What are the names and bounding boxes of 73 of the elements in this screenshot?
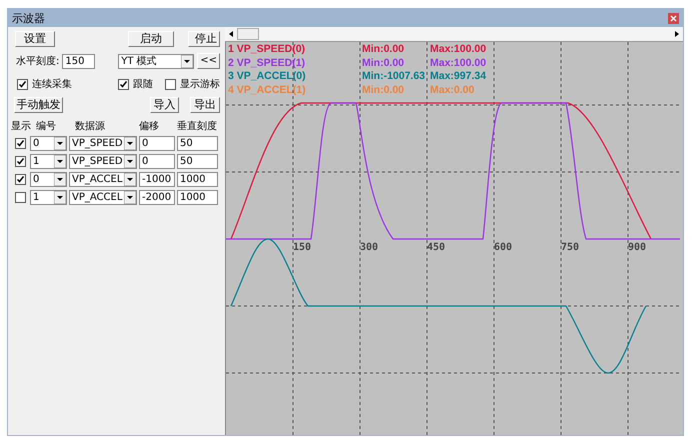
legend-label: 3 VP_ACCEL(0) [228, 70, 307, 84]
horizontal-scrollbar[interactable] [225, 27, 683, 42]
dropdown-arrow-icon[interactable] [54, 155, 66, 168]
export-button[interactable]: 导出 [190, 97, 220, 113]
legend-min: Min:0.00 [362, 56, 406, 70]
axis-tick-label: 750 [561, 242, 580, 253]
scale-field[interactable]: 150 [62, 54, 96, 68]
checkbox[interactable] [17, 78, 28, 90]
legend-max: Max:100.00 [430, 56, 488, 70]
legend-min: Min:0.00 [362, 43, 406, 56]
dropdown-arrow-icon[interactable] [54, 137, 66, 150]
settings-button[interactable]: 设置 [15, 31, 55, 47]
dropdown-arrow-icon[interactable] [124, 155, 136, 168]
show-checkbox[interactable] [15, 156, 26, 167]
scale-field[interactable]: 1000 [177, 190, 218, 205]
offset-field[interactable]: -1000 [139, 172, 175, 187]
source-dropdown[interactable]: VP_SPEED [69, 154, 137, 169]
legend-min: Min:-1007.63 [362, 70, 426, 84]
dropdown-arrow-icon[interactable] [54, 191, 66, 204]
close-button[interactable] [668, 12, 679, 24]
source-dropdown[interactable]: VP_SPEED [69, 136, 137, 151]
start-button[interactable]: 启动 [128, 31, 174, 47]
checkbox-label[interactable]: 连续采集 [32, 77, 72, 91]
column-header: 偏移 [139, 120, 160, 133]
scale-field[interactable]: 1000 [177, 172, 218, 187]
axis-tick-label: 300 [360, 242, 378, 253]
dropdown-arrow-icon[interactable] [124, 173, 136, 186]
column-header: 数据源 [75, 120, 106, 133]
legend-max: Max:997.34 [430, 70, 488, 84]
axis-tick-label: 450 [427, 242, 446, 253]
legend-max: Max:0.00 [430, 84, 476, 97]
legend-label: 4 VP_ACCEL(1) [228, 84, 307, 97]
number-dropdown[interactable]: 0 [30, 172, 67, 187]
checkbox-label[interactable]: 显示游标 [180, 77, 220, 91]
dropdown-arrow-icon[interactable] [124, 137, 136, 150]
number-dropdown[interactable]: 1 [30, 154, 67, 169]
column-header: 编号 [36, 120, 57, 133]
import-button[interactable]: 导入 [150, 97, 179, 113]
legend-label: 1 VP_SPEED(0) [228, 43, 306, 56]
column-header: 垂直刻度 [177, 120, 218, 133]
dropdown-arrow-icon[interactable] [54, 173, 66, 186]
show-checkbox[interactable] [15, 192, 26, 203]
legend-max: Max:100.00 [430, 43, 488, 56]
number-dropdown[interactable]: 1 [30, 190, 67, 205]
dropdown-arrow-icon[interactable] [181, 54, 194, 68]
axis-tick-label: 150 [293, 242, 312, 253]
dropdown-arrow-icon[interactable] [124, 191, 136, 204]
offset-field[interactable]: 0 [139, 154, 175, 169]
mode-dropdown[interactable]: YT 模式 [118, 54, 194, 68]
checkbox[interactable] [118, 78, 129, 90]
legend-label: 2 VP_SPEED(1) [228, 56, 306, 70]
source-dropdown[interactable]: VP_ACCEL [69, 190, 137, 205]
scroll-right-icon[interactable] [675, 31, 679, 37]
scroll-left-icon[interactable] [229, 31, 233, 37]
axis-tick-label: 900 [628, 242, 646, 253]
scale-field[interactable]: 50 [177, 136, 218, 151]
number-dropdown[interactable]: 0 [30, 136, 67, 151]
window-title: 示波器 [12, 10, 45, 26]
scale-field[interactable]: 50 [177, 154, 218, 169]
collapse-button[interactable]: << [197, 53, 220, 69]
axis-tick-label: 600 [494, 242, 512, 253]
scale-label: 水平刻度: [16, 54, 60, 68]
checkbox[interactable] [165, 78, 176, 90]
show-checkbox[interactable] [15, 138, 26, 149]
offset-field[interactable]: 0 [139, 136, 175, 151]
offset-field[interactable]: -2000 [139, 190, 175, 205]
source-dropdown[interactable]: VP_ACCEL [69, 172, 137, 187]
scrollbar-thumb[interactable] [237, 28, 259, 40]
show-checkbox[interactable] [15, 174, 26, 185]
stop-button[interactable]: 停止 [188, 31, 220, 47]
legend-min: Min:0.00 [362, 84, 406, 97]
checkbox-label[interactable]: 跟随 [133, 77, 153, 91]
manual-trigger-button[interactable]: 手动触发 [14, 97, 63, 113]
